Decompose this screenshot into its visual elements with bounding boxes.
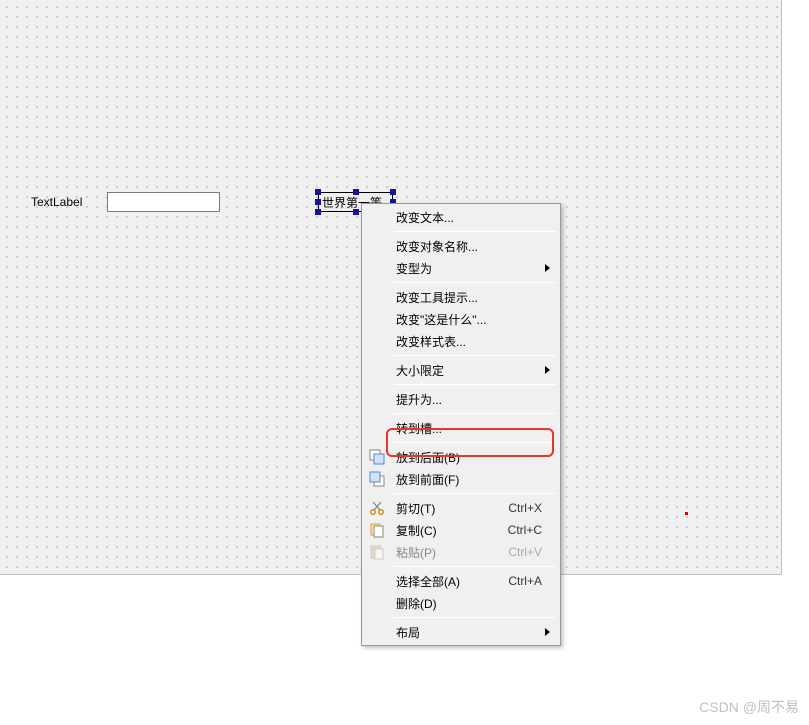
bring-to-front-icon <box>369 471 385 487</box>
menu-paste-shortcut: Ctrl+V <box>508 545 542 559</box>
menu-separator <box>394 384 556 385</box>
menu-change-tooltip[interactable]: 改变工具提示... <box>364 286 558 308</box>
menu-delete-label: 删除(D) <box>396 595 437 612</box>
menu-go-to-slot[interactable]: 转到槽... <box>364 417 558 439</box>
submenu-arrow-icon <box>545 628 550 636</box>
menu-change-text-label: 改变文本... <box>396 209 454 226</box>
line-edit-widget[interactable] <box>107 192 220 212</box>
menu-promote-to[interactable]: 提升为... <box>364 388 558 410</box>
paste-icon <box>369 544 385 560</box>
menu-morph-into[interactable]: 变型为 <box>364 257 558 279</box>
menu-change-stylesheet[interactable]: 改变样式表... <box>364 330 558 352</box>
menu-change-object-name[interactable]: 改变对象名称... <box>364 235 558 257</box>
menu-change-object-name-label: 改变对象名称... <box>396 238 478 255</box>
menu-change-tooltip-label: 改变工具提示... <box>396 289 478 306</box>
menu-select-all-shortcut: Ctrl+A <box>508 574 542 588</box>
menu-cut[interactable]: 剪切(T) Ctrl+X <box>364 497 558 519</box>
resize-handle-top-left[interactable] <box>315 189 321 195</box>
menu-copy[interactable]: 复制(C) Ctrl+C <box>364 519 558 541</box>
menu-layout[interactable]: 布局 <box>364 621 558 643</box>
menu-change-whatsthis[interactable]: 改变"这是什么"... <box>364 308 558 330</box>
cut-icon <box>369 500 385 516</box>
menu-separator <box>394 231 556 232</box>
menu-separator <box>394 566 556 567</box>
menu-select-all-label: 选择全部(A) <box>396 573 460 590</box>
menu-size-constraints-label: 大小限定 <box>396 362 444 379</box>
menu-separator <box>394 355 556 356</box>
submenu-arrow-icon <box>545 264 550 272</box>
menu-send-to-back[interactable]: 放到后面(B) <box>364 446 558 468</box>
menu-size-constraints[interactable]: 大小限定 <box>364 359 558 381</box>
menu-select-all[interactable]: 选择全部(A) Ctrl+A <box>364 570 558 592</box>
resize-handle-top-right[interactable] <box>390 189 396 195</box>
submenu-arrow-icon <box>545 366 550 374</box>
menu-separator <box>394 442 556 443</box>
menu-change-whatsthis-label: 改变"这是什么"... <box>396 311 487 328</box>
menu-layout-label: 布局 <box>396 624 420 641</box>
menu-delete[interactable]: 删除(D) <box>364 592 558 614</box>
menu-promote-to-label: 提升为... <box>396 391 442 408</box>
menu-morph-into-label: 变型为 <box>396 260 432 277</box>
menu-copy-shortcut: Ctrl+C <box>508 523 542 537</box>
menu-separator <box>394 282 556 283</box>
menu-separator <box>394 413 556 414</box>
resize-handle-bottom-left[interactable] <box>315 209 321 215</box>
menu-cut-label: 剪切(T) <box>396 500 435 517</box>
marker-dot <box>685 512 688 515</box>
menu-go-to-slot-label: 转到槽... <box>396 420 442 437</box>
copy-icon <box>369 522 385 538</box>
menu-separator <box>394 493 556 494</box>
menu-bring-to-front[interactable]: 放到前面(F) <box>364 468 558 490</box>
menu-change-stylesheet-label: 改变样式表... <box>396 333 466 350</box>
menu-cut-shortcut: Ctrl+X <box>508 501 542 515</box>
label-widget[interactable]: TextLabel <box>31 195 82 209</box>
menu-copy-label: 复制(C) <box>396 522 437 539</box>
menu-send-to-back-label: 放到后面(B) <box>396 449 460 466</box>
menu-separator <box>394 617 556 618</box>
send-to-back-icon <box>369 449 385 465</box>
resize-handle-top-mid[interactable] <box>353 189 359 195</box>
watermark-text: CSDN @周不易 <box>699 697 799 717</box>
context-menu: 改变文本... 改变对象名称... 变型为 改变工具提示... 改变"这是什么"… <box>361 203 561 646</box>
menu-paste-label: 粘贴(P) <box>396 544 436 561</box>
menu-change-text[interactable]: 改变文本... <box>364 206 558 228</box>
resize-handle-mid-left[interactable] <box>315 199 321 205</box>
menu-paste: 粘贴(P) Ctrl+V <box>364 541 558 563</box>
resize-handle-bottom-mid[interactable] <box>353 209 359 215</box>
menu-bring-to-front-label: 放到前面(F) <box>396 471 459 488</box>
